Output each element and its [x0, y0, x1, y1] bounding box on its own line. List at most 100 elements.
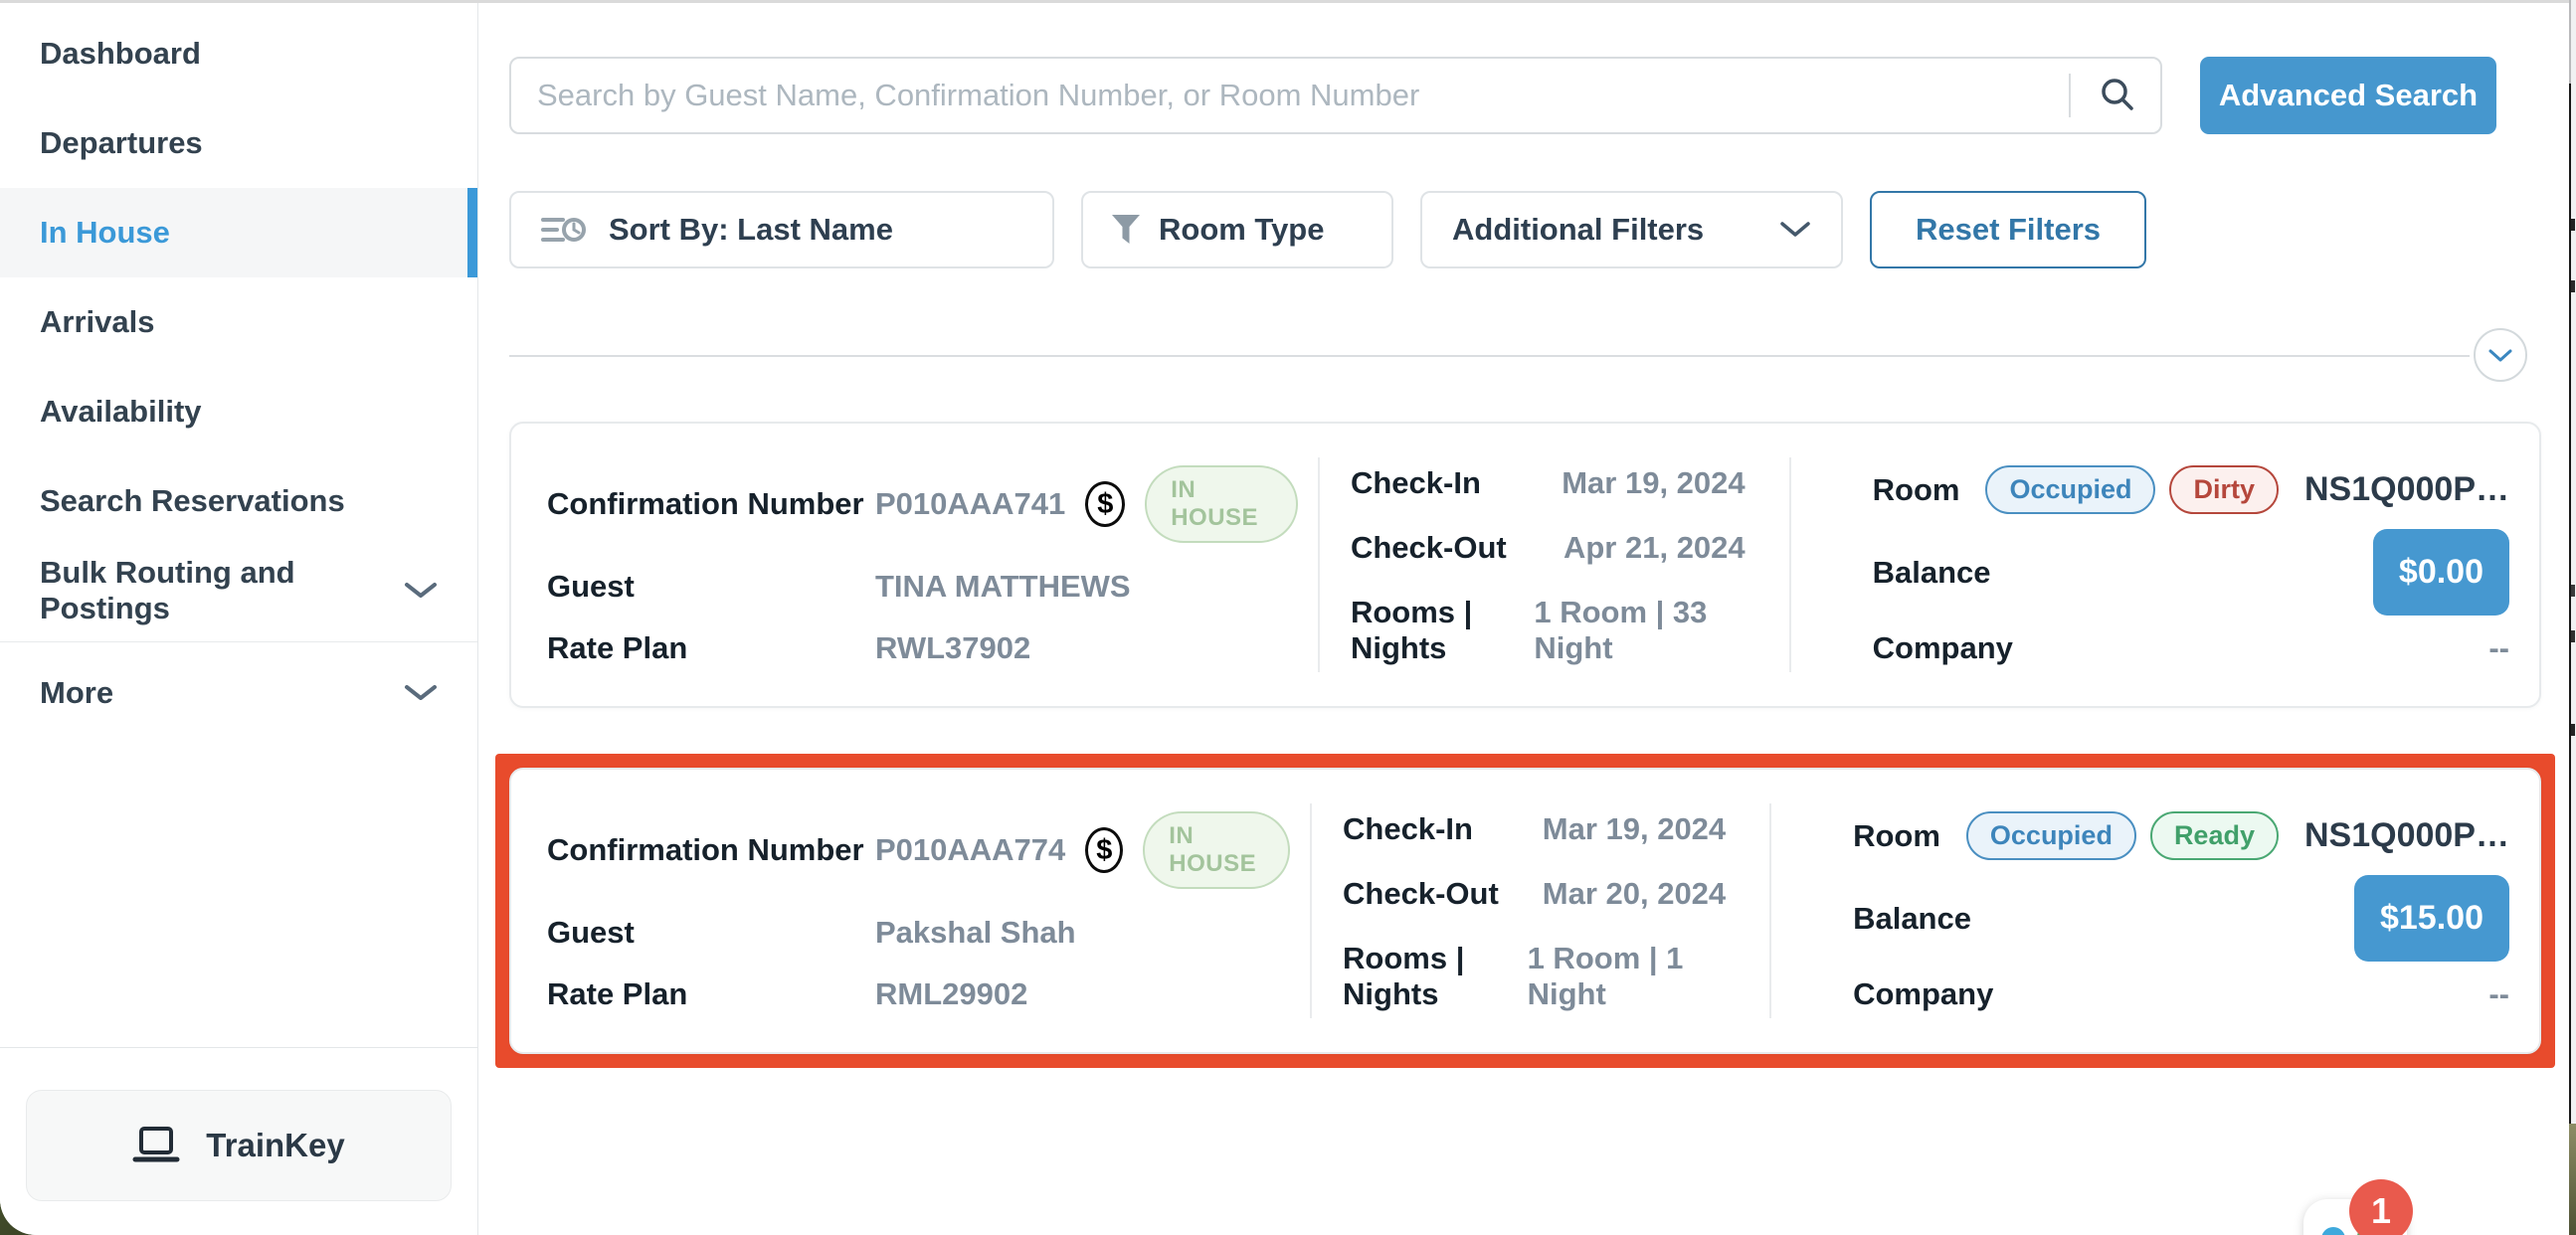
housekeeping-status-badge: Dirty — [2169, 465, 2279, 514]
sort-by-button[interactable]: Sort By: Last Name — [509, 191, 1054, 268]
company-label: Company — [1873, 630, 2013, 666]
confirmation-label: Confirmation Number — [547, 486, 875, 522]
trainkey-button[interactable]: TrainKey — [26, 1090, 452, 1201]
check-out-date: Apr 21, 2024 — [1564, 530, 1746, 566]
search-box — [509, 57, 2162, 134]
chevron-down-icon — [404, 684, 438, 702]
search-icon[interactable] — [2097, 75, 2138, 116]
sidebar-item-more[interactable]: More — [0, 648, 477, 738]
room-row: Room Occupied Ready NS1Q000P… — [1853, 811, 2509, 860]
sidebar-item-label: Arrivals — [40, 304, 154, 340]
section-divider — [509, 355, 2470, 357]
additional-filters-dropdown[interactable]: Additional Filters — [1420, 191, 1843, 268]
sidebar-item-label: Availability — [40, 394, 202, 430]
rate-plan-row: Rate Plan RML29902 — [547, 976, 1290, 1012]
room-type-button[interactable]: Room Type — [1081, 191, 1393, 268]
sidebar-item-label: More — [40, 675, 113, 711]
confirmation-number: P010AAA741 — [875, 486, 1065, 522]
card-dates-column: Check-In Mar 19, 2024 Check-Out Mar 20, … — [1312, 770, 1769, 1052]
rate-plan-row: Rate Plan RWL37902 — [547, 630, 1298, 666]
card-room-column: Room Occupied Ready NS1Q000P… Balance $1… — [1771, 770, 2539, 1052]
rate-plan-value: RWL37902 — [875, 630, 1030, 666]
search-input[interactable] — [537, 78, 2053, 113]
app-window: Dashboard Departures In House Arrivals A… — [0, 0, 2569, 1235]
window-top-edge — [0, 0, 2569, 3]
housekeeping-status-badge: Ready — [2150, 811, 2279, 860]
sidebar-divider — [0, 641, 477, 642]
rate-plan-label: Rate Plan — [547, 976, 875, 1012]
sidebar-item-arrivals[interactable]: Arrivals — [0, 277, 477, 367]
company-row: Company -- — [1853, 976, 2509, 1012]
screen-right-edge — [2569, 0, 2576, 1235]
edge-line — [2569, 84, 2571, 1235]
card-room-column: Room Occupied Dirty NS1Q000P… Balance $0… — [1791, 424, 2539, 706]
notification-badge: 1 — [2349, 1179, 2413, 1235]
rooms-nights-row: Rooms | Nights 1 Room | 1 Night — [1343, 941, 1726, 1012]
room-label: Room — [1853, 818, 1940, 854]
company-value: -- — [2488, 630, 2509, 666]
chat-widget[interactable]: 1 — [2303, 1199, 2407, 1235]
rooms-nights-value: 1 Room | 1 Night — [1528, 941, 1727, 1012]
status-badge: IN HOUSE — [1145, 465, 1298, 543]
balance-label: Balance — [1853, 901, 1971, 937]
sidebar-item-bulk-routing[interactable]: Bulk Routing and Postings — [0, 546, 477, 635]
highlight-border: Confirmation Number P010AAA774 $ IN HOUS… — [495, 754, 2555, 1068]
check-out-row: Check-Out Mar 20, 2024 — [1343, 876, 1726, 912]
balance-button[interactable]: $0.00 — [2373, 529, 2509, 616]
check-in-date: Mar 19, 2024 — [1543, 811, 1726, 847]
company-label: Company — [1853, 976, 1993, 1012]
reservation-card[interactable]: Confirmation Number P010AAA741 $ IN HOUS… — [509, 422, 2541, 708]
room-row: Room Occupied Dirty NS1Q000P… — [1873, 465, 2509, 514]
status-badge: IN HOUSE — [1143, 811, 1290, 889]
folio-dollar-icon[interactable]: $ — [1085, 481, 1125, 527]
check-out-label: Check-Out — [1351, 530, 1507, 566]
card-guest-column: Confirmation Number P010AAA741 $ IN HOUS… — [511, 424, 1318, 706]
balance-label: Balance — [1873, 555, 1991, 591]
search-row: Advanced Search — [509, 57, 2541, 134]
advanced-search-button[interactable]: Advanced Search — [2200, 57, 2496, 134]
sidebar-item-label: Dashboard — [40, 36, 201, 72]
search-divider — [2069, 74, 2071, 117]
check-in-date: Mar 19, 2024 — [1562, 465, 1745, 501]
sidebar-item-dashboard[interactable]: Dashboard — [0, 9, 477, 98]
filter-row: Sort By: Last Name Room Type Additional … — [509, 191, 2541, 268]
company-value: -- — [2488, 976, 2509, 1012]
check-out-date: Mar 20, 2024 — [1543, 876, 1726, 912]
balance-row: Balance $0.00 — [1873, 529, 2509, 616]
rooms-nights-value: 1 Room | 33 Night — [1534, 595, 1745, 666]
room-label: Room — [1873, 472, 1960, 508]
occupancy-status-badge: Occupied — [1966, 811, 2136, 860]
sidebar-item-departures[interactable]: Departures — [0, 98, 477, 188]
rate-plan-value: RML29902 — [875, 976, 1027, 1012]
sort-icon — [541, 212, 587, 248]
sidebar-item-label: Departures — [40, 125, 203, 161]
balance-button[interactable]: $15.00 — [2354, 875, 2509, 962]
check-in-row: Check-In Mar 19, 2024 — [1343, 811, 1726, 847]
guest-row: Guest Pakshal Shah — [547, 915, 1290, 951]
guest-name: TINA MATTHEWS — [875, 569, 1131, 605]
card-dates-column: Check-In Mar 19, 2024 Check-Out Apr 21, … — [1320, 424, 1789, 706]
reset-filters-button[interactable]: Reset Filters — [1870, 191, 2146, 268]
sidebar-item-search-reservations[interactable]: Search Reservations — [0, 456, 477, 546]
sidebar-item-in-house[interactable]: In House — [0, 188, 477, 277]
guest-row: Guest TINA MATTHEWS — [547, 569, 1298, 605]
reservation-card-highlighted[interactable]: Confirmation Number P010AAA774 $ IN HOUS… — [509, 768, 2541, 1054]
funnel-icon — [1111, 214, 1141, 246]
collapse-toggle[interactable] — [2474, 328, 2527, 382]
check-out-label: Check-Out — [1343, 876, 1499, 912]
folio-dollar-icon[interactable]: $ — [1085, 827, 1123, 873]
company-row: Company -- — [1873, 630, 2509, 666]
rate-plan-label: Rate Plan — [547, 630, 875, 666]
trainkey-label: TrainKey — [206, 1127, 344, 1164]
collapse-chevron-icon — [2487, 348, 2513, 363]
edge-fragments — [2571, 219, 2575, 231]
check-in-label: Check-In — [1351, 465, 1481, 501]
sidebar-footer: TrainKey — [0, 1047, 477, 1235]
guest-name: Pakshal Shah — [875, 915, 1076, 951]
sidebar-item-availability[interactable]: Availability — [0, 367, 477, 456]
guest-label: Guest — [547, 915, 875, 951]
room-type-label: Room Type — [1159, 212, 1325, 248]
check-in-row: Check-In Mar 19, 2024 — [1351, 465, 1746, 501]
card-guest-column: Confirmation Number P010AAA774 $ IN HOUS… — [511, 770, 1310, 1052]
sort-by-label: Sort By: Last Name — [609, 212, 893, 248]
